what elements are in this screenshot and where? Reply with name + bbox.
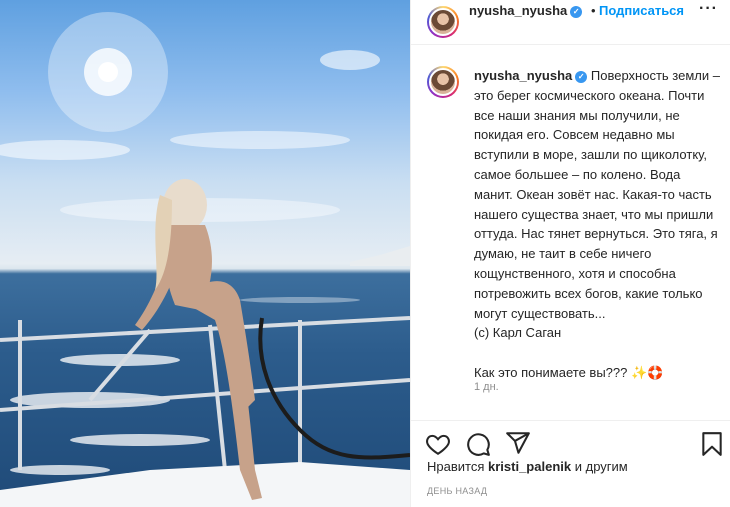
bookmark-icon[interactable] — [699, 431, 725, 457]
separator-dot: • — [591, 3, 596, 18]
photo-scene — [0, 12, 410, 507]
likes-user-link[interactable]: kristi_palenik — [488, 459, 571, 474]
likes-summary: Нравится kristi_palenik и другим — [427, 459, 628, 474]
caption-emoji: ✨🛟 — [631, 364, 664, 380]
header-username[interactable]: nyusha_nyusha ✓ — [469, 3, 583, 18]
verified-badge-icon: ✓ — [570, 6, 583, 18]
caption-avatar[interactable] — [427, 66, 459, 98]
post-date[interactable]: ДЕНЬ НАЗАД — [427, 486, 487, 496]
avatar[interactable] — [427, 6, 459, 38]
caption-text: nyusha_nyusha ✓ Поверхность земли – это б… — [474, 66, 720, 383]
more-options-icon[interactable]: ··· — [699, 0, 718, 18]
post-header: nyusha_nyusha ✓ • Подписаться ··· — [411, 0, 730, 45]
follow-button[interactable]: Подписаться — [599, 3, 684, 18]
share-icon[interactable] — [505, 430, 531, 456]
likes-prefix: Нравится — [427, 459, 485, 474]
likes-others-link[interactable]: и другим — [575, 459, 628, 474]
comment-icon[interactable] — [465, 431, 491, 457]
post-photo[interactable] — [0, 0, 410, 507]
verified-badge-icon: ✓ — [575, 71, 588, 83]
comment-time[interactable]: 1 дн. — [474, 381, 499, 393]
caption-body: Поверхность земли – это берег космическо… — [474, 68, 720, 380]
caption-username[interactable]: nyusha_nyusha ✓ — [474, 68, 588, 83]
heart-icon[interactable] — [425, 431, 451, 457]
post-sidebar: nyusha_nyusha ✓ • Подписаться ··· nyusha_… — [410, 0, 730, 507]
